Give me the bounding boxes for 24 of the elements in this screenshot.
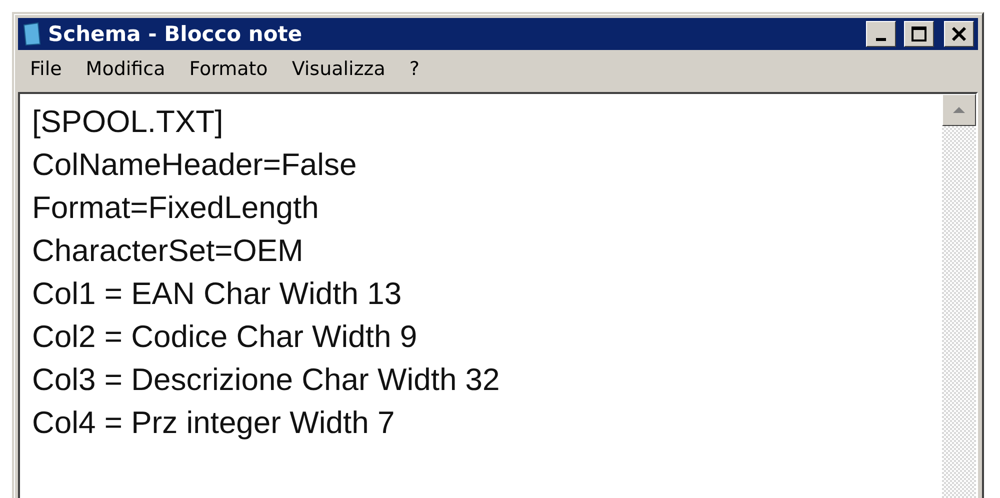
menu-item[interactable]: ? xyxy=(399,56,430,82)
menu-item[interactable]: File xyxy=(20,56,72,82)
menu-item[interactable]: Modifica xyxy=(76,56,176,82)
window-title: Schema - Blocco note xyxy=(48,22,304,46)
text-line: Col4 = Prz integer Width 7 xyxy=(32,404,395,442)
text-line: Format=FixedLength xyxy=(32,189,319,227)
notepad-icon xyxy=(22,22,42,46)
maximize-icon xyxy=(911,26,927,42)
text-line: ColNameHeader=False xyxy=(32,146,357,184)
up-arrow-icon xyxy=(952,106,966,114)
text-line: Col1 = EAN Char Width 13 xyxy=(32,275,402,313)
text-line: CharacterSet=OEM xyxy=(32,232,304,270)
menu-item[interactable]: Visualizza xyxy=(282,56,396,82)
menu-item[interactable]: Formato xyxy=(179,56,278,82)
scrollbar[interactable] xyxy=(942,94,976,498)
close-button[interactable] xyxy=(944,21,974,47)
text-line: Col2 = Codice Char Width 9 xyxy=(32,318,418,356)
scroll-up-button[interactable] xyxy=(942,94,976,126)
text-line: Col3 = Descrizione Char Width 32 xyxy=(32,361,500,399)
maximize-button[interactable] xyxy=(904,21,934,47)
minimize-icon xyxy=(876,38,886,40)
text-line: [SPOOL.TXT] xyxy=(32,103,224,141)
minimize-button[interactable] xyxy=(866,21,896,47)
close-icon xyxy=(951,26,967,42)
